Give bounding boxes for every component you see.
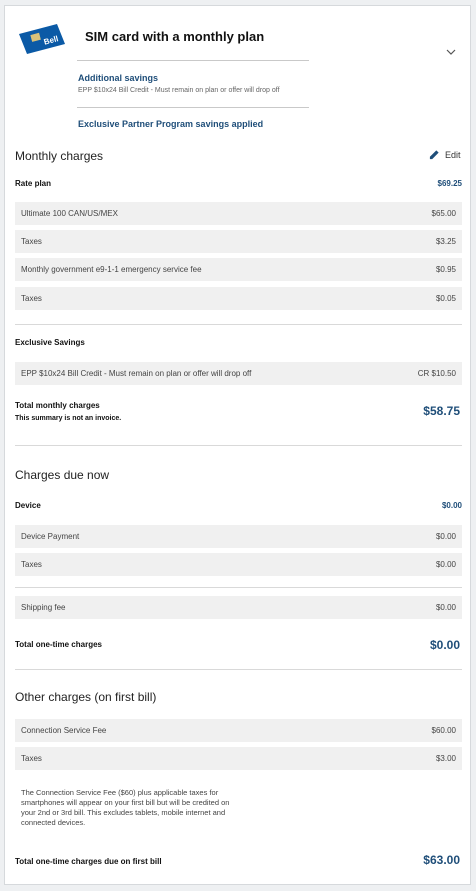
rate-plan-row: Rate plan $69.25 bbox=[15, 179, 462, 188]
total-one-time-label: Total one-time charges bbox=[15, 640, 102, 649]
total-monthly-amount: $58.75 bbox=[423, 404, 460, 418]
pencil-icon bbox=[429, 150, 439, 160]
charge-row: Connection Service Fee $60.00 bbox=[15, 719, 462, 742]
exclusive-savings-row: Exclusive Savings bbox=[15, 338, 462, 347]
charge-row: Device Payment $0.00 bbox=[15, 525, 462, 548]
partner-savings-applied: Exclusive Partner Program savings applie… bbox=[78, 119, 264, 129]
charge-amount: $0.00 bbox=[435, 532, 456, 541]
edit-label: Edit bbox=[445, 149, 461, 160]
charges-due-now-title: Charges due now bbox=[15, 468, 110, 482]
charge-amount: $0.00 bbox=[435, 560, 456, 569]
charge-row: Taxes $3.25 bbox=[15, 230, 462, 253]
total-one-time-amount: $0.00 bbox=[429, 638, 460, 652]
device-label: Device bbox=[15, 501, 41, 510]
charge-amount: $0.05 bbox=[435, 294, 456, 303]
charge-label: Ultimate 100 CAN/US/MEX bbox=[21, 209, 118, 218]
divider bbox=[77, 60, 309, 61]
rate-plan-amount: $69.25 bbox=[437, 179, 462, 188]
total-monthly-label: Total monthly charges bbox=[15, 401, 100, 410]
divider bbox=[15, 445, 462, 446]
savings-label: EPP $10x24 Bill Credit - Must remain on … bbox=[21, 369, 252, 378]
rate-plan-label: Rate plan bbox=[15, 179, 52, 188]
shipping-label: Shipping fee bbox=[21, 603, 66, 612]
charge-row: Taxes $0.05 bbox=[15, 287, 462, 310]
total-first-bill-label: Total one-time charges due on first bill bbox=[15, 857, 162, 866]
other-charges-title: Other charges (on first bill) bbox=[15, 690, 157, 704]
divider bbox=[15, 669, 462, 670]
divider bbox=[15, 324, 462, 325]
savings-amount: CR $10.50 bbox=[417, 369, 456, 378]
sim-card-image: Bell bbox=[19, 24, 65, 54]
connection-fee-note: The Connection Service Fee ($60) plus ap… bbox=[21, 788, 230, 827]
divider bbox=[15, 587, 462, 588]
shipping-row: Shipping fee $0.00 bbox=[15, 596, 462, 619]
order-summary-card: Bell SIM card with a monthly plan Additi… bbox=[4, 5, 471, 885]
charge-row: Ultimate 100 CAN/US/MEX $65.00 bbox=[15, 202, 462, 225]
plan-title: SIM card with a monthly plan bbox=[85, 29, 265, 44]
device-row: Device $0.00 bbox=[15, 501, 462, 510]
shipping-amount: $0.00 bbox=[435, 603, 456, 612]
charge-amount: $60.00 bbox=[431, 726, 456, 735]
device-amount: $0.00 bbox=[441, 501, 462, 510]
charge-row: Taxes $3.00 bbox=[15, 747, 462, 770]
exclusive-savings-label: Exclusive Savings bbox=[15, 338, 85, 347]
charge-label: Taxes bbox=[21, 237, 42, 246]
charge-label: Monthly government e9-1-1 emergency serv… bbox=[21, 265, 202, 274]
savings-row: EPP $10x24 Bill Credit - Must remain on … bbox=[15, 362, 462, 385]
charge-amount: $65.00 bbox=[431, 209, 456, 218]
additional-savings-detail: EPP $10x24 Bill Credit - Must remain on … bbox=[78, 87, 280, 94]
charge-amount: $3.25 bbox=[435, 237, 456, 246]
edit-button[interactable]: Edit bbox=[429, 149, 461, 160]
monthly-charges-title: Monthly charges bbox=[15, 149, 104, 163]
charge-amount: $0.95 bbox=[435, 265, 456, 274]
chevron-down-icon[interactable] bbox=[445, 46, 457, 58]
additional-savings-label: Additional savings bbox=[78, 73, 159, 83]
charge-row: Monthly government e9-1-1 emergency serv… bbox=[15, 258, 462, 281]
summary-note: This summary is not an invoice. bbox=[15, 415, 122, 422]
charge-label: Taxes bbox=[21, 560, 42, 569]
charge-row: Taxes $0.00 bbox=[15, 553, 462, 576]
divider bbox=[77, 107, 309, 108]
charge-label: Taxes bbox=[21, 754, 42, 763]
total-first-bill-amount: $63.00 bbox=[423, 853, 460, 867]
charge-label: Connection Service Fee bbox=[21, 726, 107, 735]
charge-label: Taxes bbox=[21, 294, 42, 303]
charge-label: Device Payment bbox=[21, 532, 80, 541]
charge-amount: $3.00 bbox=[435, 754, 456, 763]
